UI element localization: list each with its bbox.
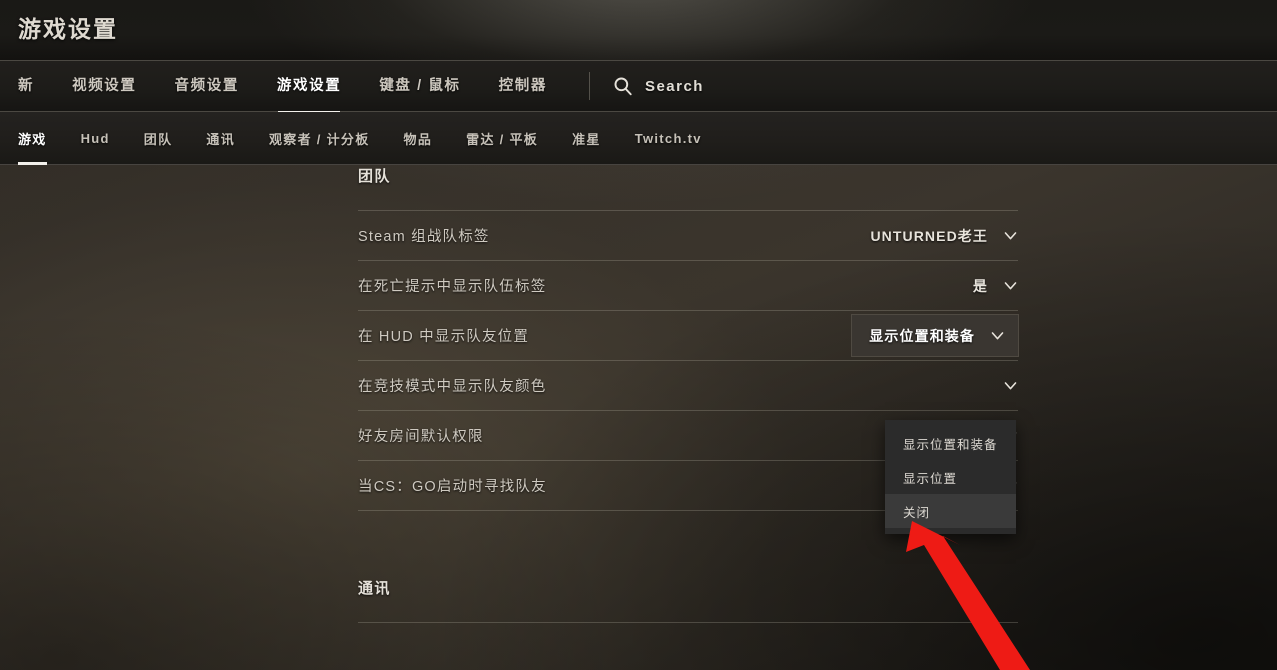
setting-label: 在死亡提示中显示队伍标签	[358, 279, 547, 295]
dropdown-option-0[interactable]: 显示位置和装备	[885, 426, 1016, 460]
sub-nav: 游戏 Hud 团队 通讯 观察者 / 计分板 物品 雷达 / 平板 准星 Twitch.tv	[0, 112, 1277, 165]
main-nav-item-5[interactable]: 控制器	[499, 74, 547, 98]
dropdown-option-1[interactable]: 显示位置	[885, 460, 1016, 494]
main-nav-item-3[interactable]: 游戏设置	[277, 74, 341, 114]
settings-row-group	[358, 622, 1018, 623]
chevron-down-icon	[975, 328, 1005, 343]
sub-nav-item-3[interactable]: 通讯	[206, 129, 235, 148]
sub-nav-item-0[interactable]: 游戏	[18, 129, 47, 165]
setting-value: 是	[972, 277, 988, 294]
setting-value-control[interactable]: UNTURNED老王	[870, 226, 1018, 246]
setting-value-control[interactable]	[988, 378, 1018, 393]
setting-label: 在 HUD 中显示队友位置	[358, 329, 530, 345]
setting-label: 当CS：GO启动时寻找队友	[358, 479, 547, 495]
page-title: 游戏设置	[18, 16, 118, 42]
chevron-down-icon	[988, 378, 1018, 393]
setting-label: Steam 组战队标签	[358, 229, 490, 245]
search-label: Search	[644, 77, 704, 95]
setting-value: UNTURNED老王	[870, 227, 988, 244]
search-button[interactable]: Search	[612, 75, 704, 97]
search-icon	[612, 75, 645, 97]
sub-nav-item-7[interactable]: 准星	[572, 129, 601, 148]
sub-nav-item-5[interactable]: 物品	[404, 129, 433, 148]
chevron-down-icon	[988, 278, 1018, 293]
setting-row: Steam 组战队标签 UNTURNED老王	[358, 211, 1018, 261]
setting-select-open[interactable]: 显示位置和装备	[851, 314, 1019, 357]
section-title: 团队	[358, 168, 391, 185]
sub-nav-item-8[interactable]: Twitch.tv	[635, 131, 702, 146]
sub-nav-item-4[interactable]: 观察者 / 计分板	[269, 129, 370, 148]
main-nav-item-4[interactable]: 键盘 / 鼠标	[379, 74, 460, 98]
dropdown-option-2[interactable]: 关闭	[885, 494, 1016, 528]
setting-value-control[interactable]: 是	[973, 276, 1018, 296]
main-nav: 新 视频设置 音频设置 游戏设置 键盘 / 鼠标 控制器 Search	[0, 60, 1277, 114]
settings-content: 团队 Steam 组战队标签 UNTURNED老王在死亡提示中显示队伍标签 是在 HU…	[358, 165, 1019, 623]
setting-label: 在竞技模式中显示队友颜色	[358, 379, 547, 395]
section-title: 通讯	[358, 580, 391, 597]
setting-row: 在竞技模式中显示队友颜色	[358, 361, 1018, 411]
top-header-bar: 游戏设置	[0, 0, 1277, 60]
main-nav-item-0[interactable]: 新	[18, 74, 34, 98]
setting-label: 好友房间默认权限	[358, 429, 484, 445]
sub-nav-item-1[interactable]: Hud	[81, 131, 110, 146]
setting-row: 在 HUD 中显示队友位置 显示位置和装备	[358, 311, 1019, 361]
main-nav-item-1[interactable]: 视频设置	[72, 74, 136, 98]
setting-value: 显示位置和装备	[869, 327, 975, 344]
chevron-down-icon	[988, 228, 1018, 243]
sub-nav-item-6[interactable]: 雷达 / 平板	[466, 129, 538, 148]
sub-nav-item-2[interactable]: 团队	[144, 129, 173, 148]
main-nav-item-2[interactable]: 音频设置	[175, 74, 239, 98]
game-settings-screen: 游戏设置 新视频设置 音频设置 游戏设置 键盘 / 鼠标 控制器 Search 游戏 Hud…	[0, 0, 1277, 670]
nav-divider	[588, 72, 590, 100]
setting-row: 在死亡提示中显示队伍标签 是	[358, 261, 1018, 311]
dropdown-menu[interactable]: 显示位置和装备 显示位置 关闭	[885, 420, 1016, 534]
